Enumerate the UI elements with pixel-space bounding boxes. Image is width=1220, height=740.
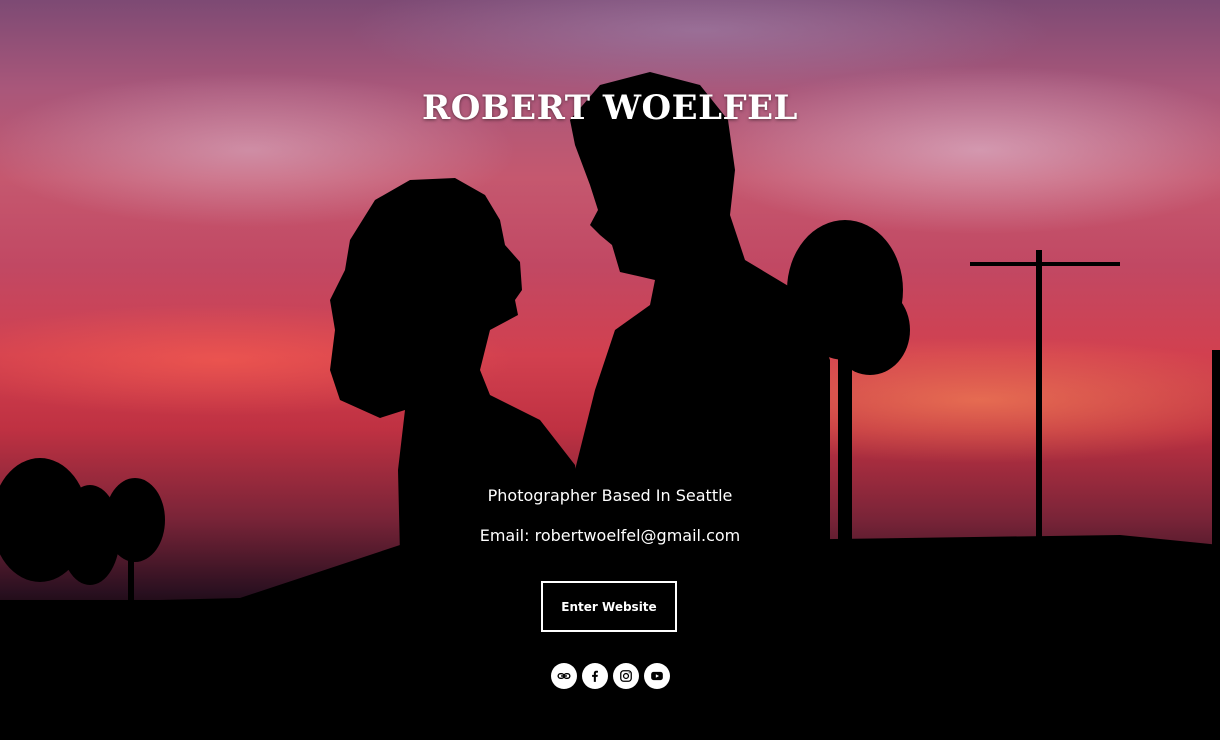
- facebook-icon[interactable]: [581, 663, 608, 689]
- instagram-icon[interactable]: [612, 663, 639, 689]
- link-icon[interactable]: [550, 663, 577, 689]
- enter-website-button[interactable]: Enter Website: [541, 581, 677, 632]
- hero-background: ROBERT WOELFEL Photographer Based In Sea…: [0, 0, 1220, 740]
- page-title: ROBERT WOELFEL: [422, 88, 798, 128]
- email-text: Email: robertwoelfel@gmail.com: [479, 526, 741, 545]
- youtube-icon[interactable]: [643, 663, 670, 689]
- tagline: Photographer Based In Seattle: [487, 486, 733, 505]
- social-links: [0, 663, 1220, 689]
